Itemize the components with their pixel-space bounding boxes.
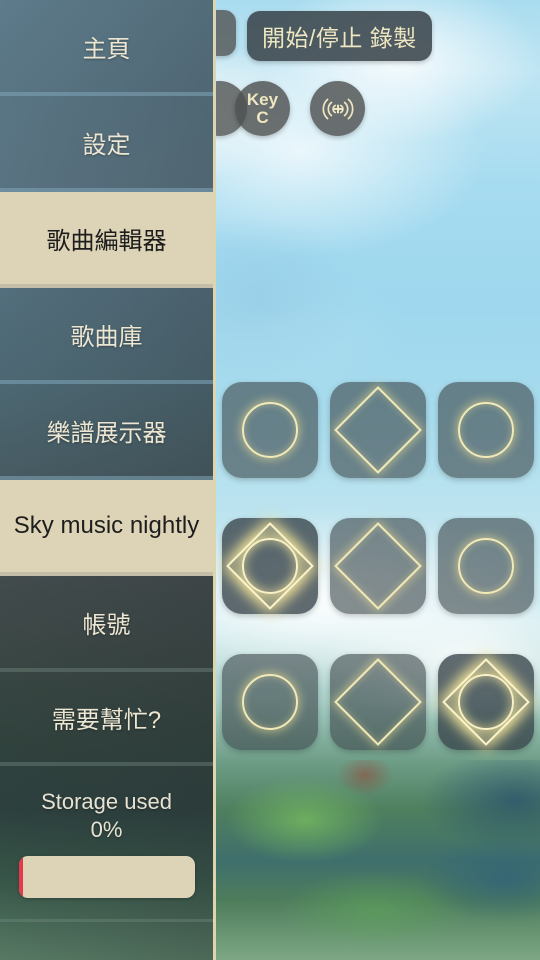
- sidebar-item-label: 歌曲庫: [70, 323, 143, 351]
- sidebar-item-need-help[interactable]: 需要幫忙?: [0, 672, 213, 766]
- diamond-icon: [334, 658, 422, 746]
- sidebar-item-song-editor[interactable]: 歌曲編輯器: [0, 192, 213, 288]
- circle-icon: [242, 538, 298, 594]
- diamond-icon: [226, 522, 314, 610]
- diamond-icon: [334, 386, 422, 474]
- storage-block: Storage used 0%: [0, 766, 213, 922]
- note-tile-diamond-r2c2[interactable]: [330, 518, 426, 614]
- note-tile-circle-diamond-r3c3[interactable]: [438, 654, 534, 750]
- key-button-value: C: [256, 107, 269, 127]
- sidebar-item-label: Sky music nightly: [13, 512, 200, 539]
- sidebar-menu: 主頁設定歌曲編輯器歌曲庫樂譜展示器 Sky music nightly 帳號需要幫忙…: [0, 0, 213, 766]
- key-button-label: Key: [246, 90, 279, 110]
- sidebar-item-label: 樂譜展示器: [46, 419, 167, 447]
- note-tile-circle-diamond-r2c1[interactable]: [222, 518, 318, 614]
- app-root: 開始/停止 錄製 Key C 主頁設定歌曲編輯器歌曲庫樂譜展示器 Sky musi…: [0, 0, 540, 960]
- key-button[interactable]: Key C: [235, 81, 290, 136]
- sidebar-item-label: 設定: [82, 131, 131, 159]
- sidebar: 主頁設定歌曲編輯器歌曲庫樂譜展示器 Sky music nightly 帳號需要幫忙…: [0, 0, 216, 960]
- storage-percent-text: 0%: [90, 817, 123, 843]
- note-tile-diamond-r1c2[interactable]: [330, 382, 426, 478]
- note-tile-circle-r1c1[interactable]: [222, 382, 318, 478]
- sidebar-item-account[interactable]: 帳號: [0, 576, 213, 672]
- broadcast-icon: [321, 95, 355, 123]
- circle-icon: [458, 674, 514, 730]
- storage-label-text: Storage used: [41, 789, 172, 814]
- storage-label: Storage used 0%: [41, 788, 172, 844]
- note-tile-circle-r3c1[interactable]: [222, 654, 318, 750]
- broadcast-button[interactable]: [310, 81, 365, 136]
- note-tile-diamond-r3c2[interactable]: [330, 654, 426, 750]
- sidebar-item-settings[interactable]: 設定: [0, 96, 213, 192]
- storage-progress-bar[interactable]: [18, 856, 195, 899]
- note-grid: [222, 382, 534, 750]
- sidebar-item-label: 主頁: [82, 35, 131, 63]
- note-tile-circle-r1c3[interactable]: [438, 382, 534, 478]
- sidebar-item-home[interactable]: 主頁: [0, 0, 213, 96]
- diamond-icon: [442, 658, 530, 746]
- diamond-icon: [334, 522, 422, 610]
- circle-icon: [242, 402, 298, 458]
- sidebar-item-sky-music-nightly[interactable]: Sky music nightly: [0, 480, 213, 576]
- sidebar-item-label: 需要幫忙?: [51, 706, 162, 734]
- circle-icon: [458, 538, 514, 594]
- sidebar-item-sheet-viewer[interactable]: 樂譜展示器: [0, 384, 213, 480]
- sidebar-item-label: 帳號: [82, 611, 131, 639]
- note-tile-circle-r2c3[interactable]: [438, 518, 534, 614]
- sidebar-item-song-library[interactable]: 歌曲庫: [0, 288, 213, 384]
- storage-progress-fill: [18, 856, 23, 899]
- sidebar-filler: [0, 922, 213, 960]
- circle-icon: [242, 674, 298, 730]
- circle-icon: [458, 402, 514, 458]
- record-toggle-tooltip[interactable]: 開始/停止 錄製: [247, 11, 432, 61]
- sidebar-item-label: 歌曲編輯器: [46, 227, 167, 255]
